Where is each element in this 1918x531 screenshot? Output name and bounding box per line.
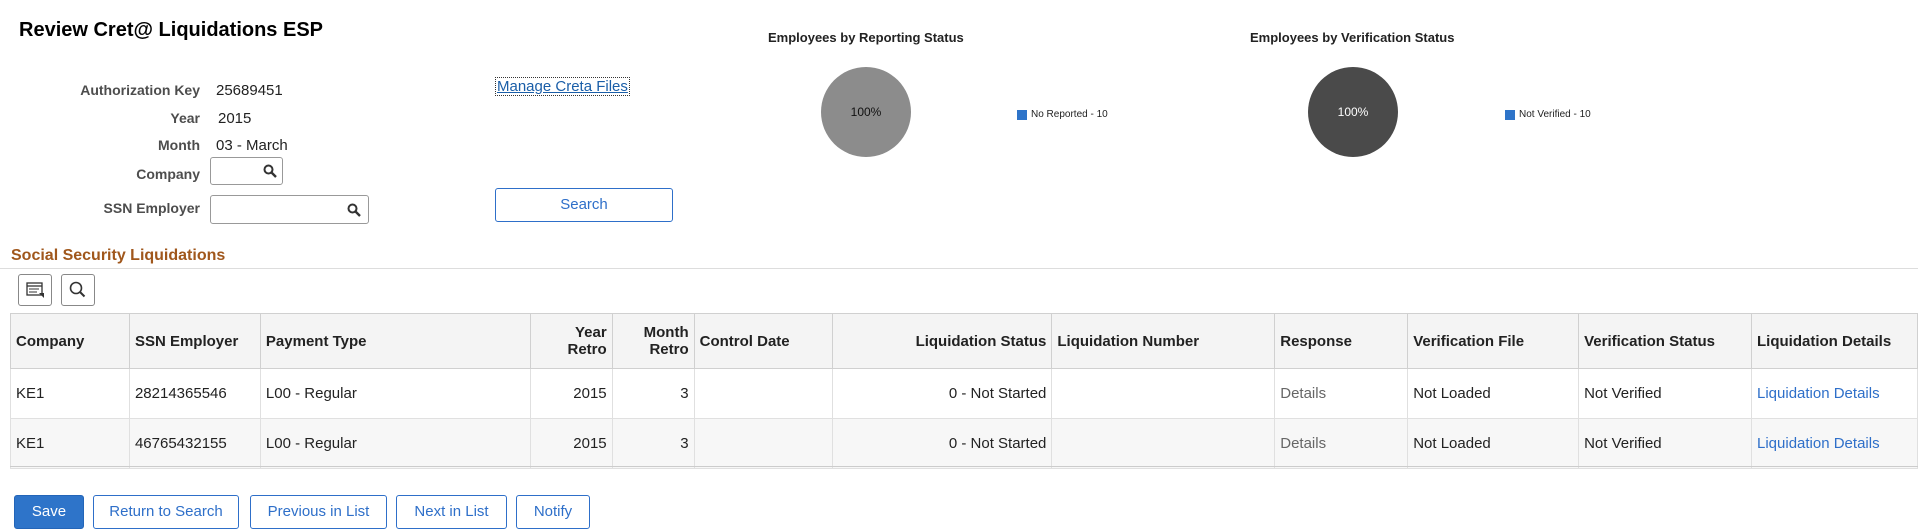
cell-ssn-employer: 28214365546 <box>128 368 261 419</box>
cell-year-retro: 2015 <box>529 368 613 419</box>
return-to-search-button[interactable]: Return to Search <box>93 495 239 529</box>
grid-bottom-border <box>10 466 1918 467</box>
table-row: KE1 46765432155 L00 - Regular 2015 3 0 -… <box>10 418 1918 469</box>
col-response: Response <box>1274 313 1409 369</box>
col-company: Company <box>10 313 130 369</box>
col-liquidation-status: Liquidation Status <box>831 313 1053 369</box>
authorization-key-value: 25689451 <box>216 82 283 99</box>
col-ssn-employer: SSN Employer <box>128 313 261 369</box>
reporting-legend: No Reported - 10 <box>1017 106 1108 124</box>
cell-verification-status: Not Verified <box>1578 418 1752 469</box>
col-verification-status: Verification Status <box>1578 313 1752 369</box>
find-in-grid-button[interactable] <box>61 274 95 306</box>
reporting-chart-title: Employees by Reporting Status <box>768 30 964 45</box>
legend-swatch <box>1017 109 1027 120</box>
col-payment-type: Payment Type <box>259 313 531 369</box>
verification-pie-chart: 100% <box>1308 67 1398 157</box>
personalize-grid-button[interactable] <box>18 274 52 306</box>
liquidations-grid: Company SSN Employer Payment Type Year R… <box>10 313 1918 469</box>
month-label: Month <box>158 137 200 153</box>
liquidation-details-link[interactable]: Liquidation Details <box>1751 418 1918 469</box>
grid-settings-icon <box>26 282 44 298</box>
section-divider <box>0 268 1918 269</box>
search-button[interactable]: Search <box>495 188 673 222</box>
year-value: 2015 <box>218 110 252 127</box>
table-row: KE1 28214365546 L00 - Regular 2015 3 0 -… <box>10 368 1918 419</box>
search-icon[interactable] <box>347 203 361 217</box>
verification-legend: Not Verified - 10 <box>1505 106 1591 124</box>
cell-verification-file: Not Loaded <box>1407 418 1580 469</box>
cell-ssn-employer: 46765432155 <box>128 418 261 469</box>
pie-slice-label: 100% <box>1338 105 1369 119</box>
cell-month-retro: 3 <box>611 418 695 469</box>
cell-year-retro: 2015 <box>529 418 613 469</box>
legend-label: Not Verified - 10 <box>1519 109 1591 121</box>
section-title: Social Security Liquidations <box>11 247 226 264</box>
reporting-pie-chart: 100% <box>821 67 911 157</box>
cell-control-date <box>693 368 833 419</box>
cell-company: KE1 <box>10 368 130 419</box>
cell-control-date <box>693 418 833 469</box>
manage-creta-files-link[interactable]: Manage Creta Files <box>495 77 630 96</box>
grid-header-row: Company SSN Employer Payment Type Year R… <box>10 313 1918 369</box>
cell-verification-file: Not Loaded <box>1407 368 1580 419</box>
previous-in-list-button[interactable]: Previous in List <box>250 495 387 529</box>
ssn-employer-label: SSN Employer <box>103 200 200 216</box>
legend-label: No Reported - 10 <box>1031 109 1108 121</box>
cell-month-retro: 3 <box>611 368 695 419</box>
year-label: Year <box>170 110 200 126</box>
notify-button[interactable]: Notify <box>516 495 590 529</box>
company-label: Company <box>136 166 200 182</box>
verification-chart-title: Employees by Verification Status <box>1250 30 1455 45</box>
pie-slice-label: 100% <box>851 105 882 119</box>
cell-liquidation-number <box>1051 368 1276 419</box>
page-title: Review Cret@ Liquidations ESP <box>19 19 324 41</box>
col-month-retro: Month Retro <box>611 313 695 369</box>
cell-liquidation-status: 0 - Not Started <box>831 418 1053 469</box>
cell-liquidation-status: 0 - Not Started <box>831 368 1053 419</box>
liquidation-details-link[interactable]: Liquidation Details <box>1751 368 1918 419</box>
search-icon[interactable] <box>263 164 277 178</box>
search-icon <box>69 281 86 298</box>
col-control-date: Control Date <box>693 313 833 369</box>
response-details-link[interactable]: Details <box>1274 418 1409 469</box>
cell-payment-type: L00 - Regular <box>259 418 531 469</box>
col-liquidation-details: Liquidation Details <box>1751 313 1918 369</box>
next-in-list-button[interactable]: Next in List <box>396 495 507 529</box>
legend-swatch <box>1505 109 1515 120</box>
month-value: 03 - March <box>216 137 288 154</box>
response-details-link[interactable]: Details <box>1274 368 1409 419</box>
company-field[interactable] <box>210 157 283 185</box>
cell-payment-type: L00 - Regular <box>259 368 531 419</box>
ssn-employer-field[interactable] <box>210 195 369 224</box>
col-verification-file: Verification File <box>1407 313 1580 369</box>
cell-liquidation-number <box>1051 418 1276 469</box>
cell-company: KE1 <box>10 418 130 469</box>
col-liquidation-number: Liquidation Number <box>1051 313 1276 369</box>
authorization-key-label: Authorization Key <box>80 82 200 98</box>
col-year-retro: Year Retro <box>529 313 613 369</box>
save-button[interactable]: Save <box>14 495 84 529</box>
cell-verification-status: Not Verified <box>1578 368 1752 419</box>
